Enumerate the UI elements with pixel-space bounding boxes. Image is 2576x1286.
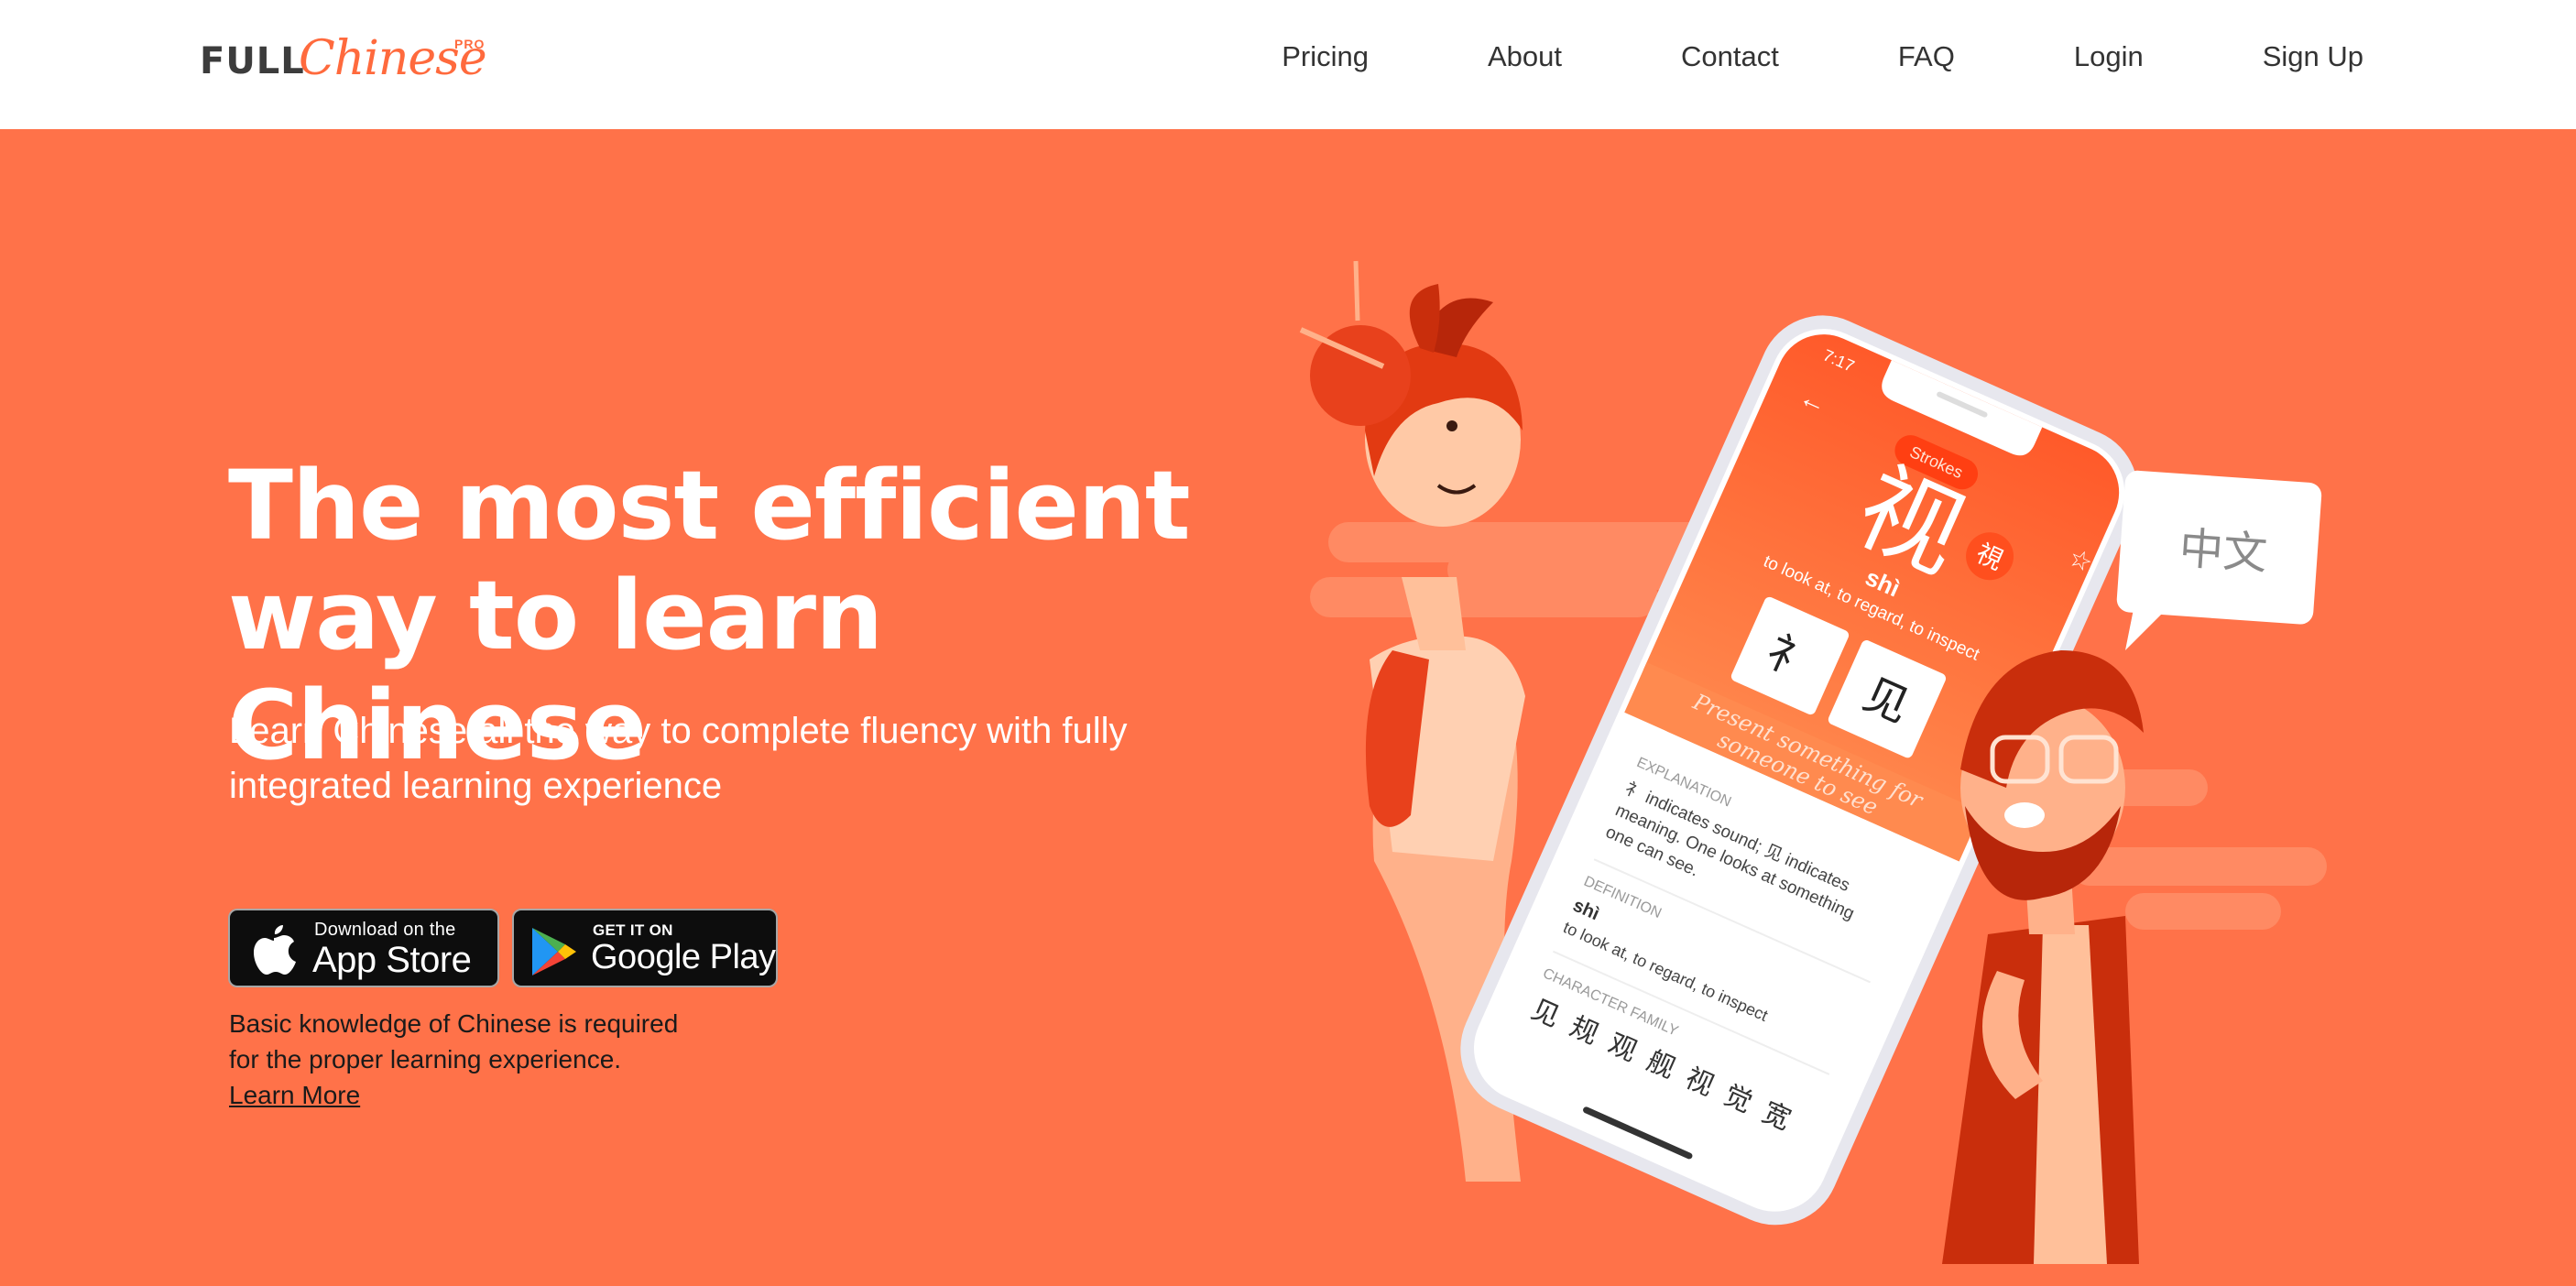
nav-pricing[interactable]: Pricing bbox=[1282, 37, 1369, 77]
requirement-note: Basic knowledge of Chinese is required f… bbox=[229, 1006, 742, 1077]
google-play-small-label: GET IT ON bbox=[593, 921, 673, 939]
nav-contact[interactable]: Contact bbox=[1681, 37, 1779, 77]
hero-illustration: 7:17 ← ☆ Strokes 视 視 shì to look at, to … bbox=[1283, 220, 2382, 1286]
apple-icon bbox=[254, 925, 296, 975]
hero-title-line-1: The most efficient bbox=[228, 450, 1191, 561]
logo-full-text: FULL bbox=[200, 40, 305, 82]
google-play-icon bbox=[532, 928, 576, 975]
google-play-label: Google Play bbox=[591, 938, 776, 976]
hero-subtitle: Learn Chinese all the way to complete fl… bbox=[229, 711, 1128, 806]
nav-faq[interactable]: FAQ bbox=[1898, 37, 1955, 77]
nav-about[interactable]: About bbox=[1488, 37, 1562, 77]
logo-pro-badge: PRO bbox=[454, 37, 486, 51]
illustration-canvas: 7:17 ← ☆ Strokes 视 視 shì to look at, to … bbox=[1299, 260, 2327, 1264]
requirement-note-line-1: Basic knowledge of Chinese is required bbox=[229, 1009, 679, 1038]
logo[interactable]: FULL Chinese PRO bbox=[200, 31, 493, 88]
speech-bubble: 中文 bbox=[2116, 470, 2322, 650]
site-header: FULL Chinese PRO Pricing About Contact F… bbox=[0, 0, 2576, 129]
main-nav: Pricing About Contact FAQ Login Sign Up bbox=[1282, 37, 2363, 77]
learn-more-link[interactable]: Learn More bbox=[229, 1079, 360, 1112]
requirement-note-line-2: for the proper learning experience. bbox=[229, 1045, 622, 1073]
app-store-label: App Store bbox=[312, 940, 472, 980]
nav-login[interactable]: Login bbox=[2074, 37, 2144, 77]
app-store-button[interactable]: Download on the App Store bbox=[228, 909, 499, 987]
google-play-button[interactable]: GET IT ON Google Play bbox=[512, 909, 778, 987]
app-store-small-label: Download on the bbox=[314, 920, 456, 940]
nav-sign-up[interactable]: Sign Up bbox=[2263, 37, 2363, 77]
man-illustration bbox=[1942, 650, 2144, 1264]
speech-bubble-text: 中文 bbox=[2178, 525, 2268, 580]
